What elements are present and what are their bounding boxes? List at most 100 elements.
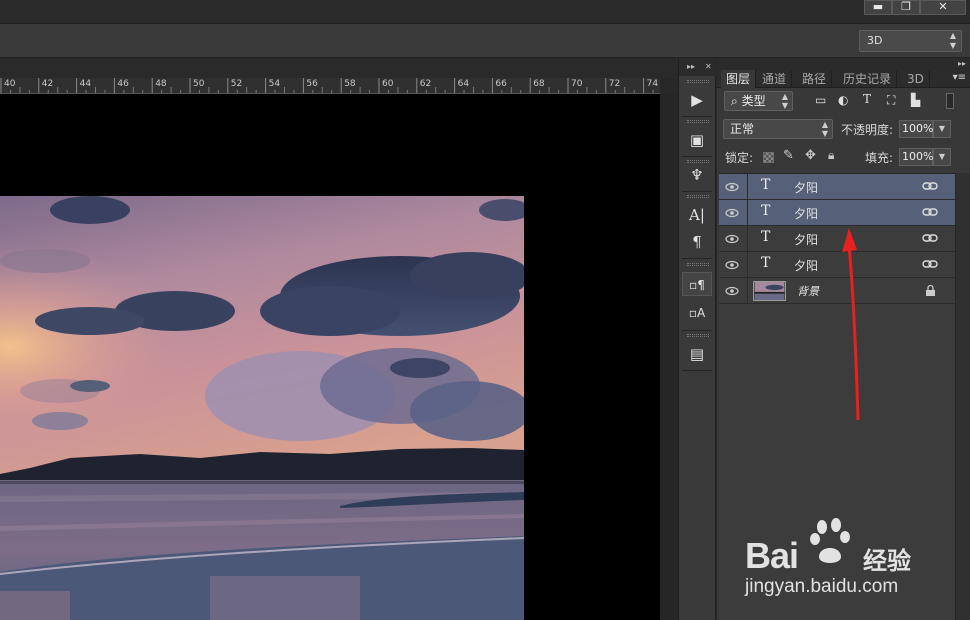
filter-kind-value: 类型: [741, 94, 766, 108]
panel-dock-column: ▸▸ ✕ ▶ ▣ ♆ A| ¶ ▫¶ ▫A ▤: [678, 58, 716, 620]
eye-icon[interactable]: [725, 232, 739, 246]
tab-history[interactable]: 历史记录: [838, 70, 898, 88]
tab-3d[interactable]: 3D: [902, 70, 930, 88]
ruler-label: 58: [344, 79, 356, 89]
select-arrows-icon: ▲ ▼: [781, 92, 788, 110]
layer-row-text-4[interactable]: T 夕阳: [719, 252, 955, 278]
ruler-label: 44: [79, 79, 92, 89]
link-icon: [922, 208, 938, 216]
ruler-label: 40: [4, 79, 16, 89]
tool-presets-button[interactable]: ♆: [682, 163, 712, 187]
grip-handle[interactable]: [687, 334, 709, 337]
character-panel-button[interactable]: A|: [682, 203, 712, 227]
document-canvas[interactable]: [0, 94, 660, 620]
panel-collapse-bar[interactable]: ▸▸: [717, 58, 970, 70]
ruler-label: 62: [419, 79, 432, 89]
workspace-select[interactable]: 3D ▲ ▼: [859, 30, 962, 52]
ruler-label: 66: [495, 79, 507, 89]
paw-logo-icon: [810, 518, 850, 563]
collapse-icon: ▸▸: [957, 59, 966, 68]
select-arrows-icon: ▲ ▼: [949, 31, 956, 50]
divider: [747, 174, 748, 200]
watermark-url: jingyan.baidu.com: [745, 576, 899, 597]
ruler-label: 64: [457, 79, 470, 89]
minimize-button[interactable]: ▬: [864, 0, 892, 15]
restore-button[interactable]: ❐: [892, 0, 920, 15]
ruler-label: 48: [155, 79, 167, 89]
tab-layers[interactable]: 图层: [721, 70, 757, 88]
grip-handle[interactable]: [687, 195, 709, 198]
brush-pot-icon: ♆: [690, 166, 704, 184]
lock-position-icon[interactable]: ✥: [805, 148, 816, 163]
layer-name[interactable]: 夕阳: [794, 231, 818, 248]
grip-handle[interactable]: [687, 120, 709, 123]
ruler-label: 72: [608, 79, 621, 89]
opacity-dropdown[interactable]: ▼: [933, 120, 951, 138]
horizontal-ruler: 40 42 44 46 48 50 52 54 56 58 60 62 64 66 68 70 72 74: [0, 78, 660, 94]
layer-name[interactable]: 夕阳: [794, 205, 818, 222]
panel-menu-icon[interactable]: ▾≡: [953, 72, 966, 83]
fill-dropdown[interactable]: ▼: [933, 148, 951, 166]
eye-icon[interactable]: [725, 284, 739, 298]
tab-channels[interactable]: 通道: [757, 70, 793, 88]
image-filter-icon[interactable]: ▭: [815, 93, 826, 107]
divider: [747, 278, 748, 304]
lock-all-icon[interactable]: 🔒︎: [828, 148, 834, 163]
type-filter-icon[interactable]: T: [863, 92, 871, 106]
layer-name[interactable]: 夕阳: [794, 179, 818, 196]
opacity-label: 不透明度:: [841, 123, 894, 137]
layer-name[interactable]: 夕阳: [794, 257, 818, 274]
layer-row-text-2[interactable]: T 夕阳: [719, 200, 955, 226]
fill-input[interactable]: 100%: [899, 148, 933, 166]
paragraph-style-icon: ▫¶: [689, 278, 705, 292]
paragraph-panel-button[interactable]: ¶: [682, 230, 712, 254]
ruler-label: 70: [571, 79, 583, 89]
blend-mode-select[interactable]: 正常 ▲ ▼: [723, 119, 833, 139]
shape-filter-icon[interactable]: ⛶: [887, 93, 895, 108]
3d-panel-button[interactable]: ▣: [682, 128, 712, 152]
opacity-input[interactable]: 100%: [899, 120, 933, 138]
smart-object-filter-icon[interactable]: ▙: [911, 93, 920, 107]
title-bar: ▬ ❐ ✕: [0, 0, 970, 24]
layer-name[interactable]: 背景: [797, 283, 819, 299]
type-layer-icon: T: [761, 229, 771, 245]
filter-kind-select[interactable]: ⌕ 类型 ▲ ▼: [724, 91, 793, 111]
grip-handle[interactable]: [687, 80, 709, 83]
filter-toggle[interactable]: [946, 93, 954, 109]
adjustment-filter-icon[interactable]: ◐: [838, 93, 848, 107]
document-tab-strip: [0, 58, 678, 78]
restore-icon: ❐: [901, 0, 911, 13]
close-icon: ✕: [938, 0, 948, 13]
chevron-down-icon: ▼: [938, 152, 946, 161]
separator: [682, 191, 712, 192]
divider: [747, 252, 748, 278]
lock-pixels-icon[interactable]: ✎: [783, 148, 794, 163]
ruler-label: 74: [646, 79, 659, 89]
ruler-label: 60: [382, 79, 394, 89]
lock-icon: [926, 284, 935, 296]
layer-row-text-3[interactable]: T 夕阳: [719, 226, 955, 252]
character-styles-button[interactable]: ▫A: [682, 301, 712, 325]
ruler-ticks: [0, 78, 654, 93]
layer-row-text-1[interactable]: T 夕阳: [719, 174, 955, 200]
lock-transparent-icon[interactable]: [763, 152, 774, 163]
divider: [747, 200, 748, 226]
dock-collapse-bar[interactable]: ▸▸ ✕: [679, 58, 716, 76]
ruler-label: 50: [193, 79, 205, 89]
eye-icon[interactable]: [725, 258, 739, 272]
select-arrows-icon: ▲ ▼: [821, 120, 828, 138]
eye-icon[interactable]: [725, 180, 739, 194]
grip-handle[interactable]: [687, 263, 709, 266]
close-button[interactable]: ✕: [920, 0, 966, 15]
ruler-label: 56: [306, 79, 318, 89]
play-action-button[interactable]: ▶: [682, 88, 712, 112]
eye-icon[interactable]: [725, 206, 739, 220]
ruler-label: 68: [533, 79, 545, 89]
pilcrow-icon: ¶: [692, 233, 702, 251]
layer-row-background[interactable]: 背景: [719, 278, 955, 304]
minimize-icon: ▬: [872, 0, 884, 13]
tab-paths[interactable]: 路径: [797, 70, 833, 88]
layers-scrollbar[interactable]: [955, 173, 970, 620]
notes-panel-button[interactable]: ▤: [682, 342, 712, 366]
paragraph-styles-button[interactable]: ▫¶: [682, 272, 712, 296]
